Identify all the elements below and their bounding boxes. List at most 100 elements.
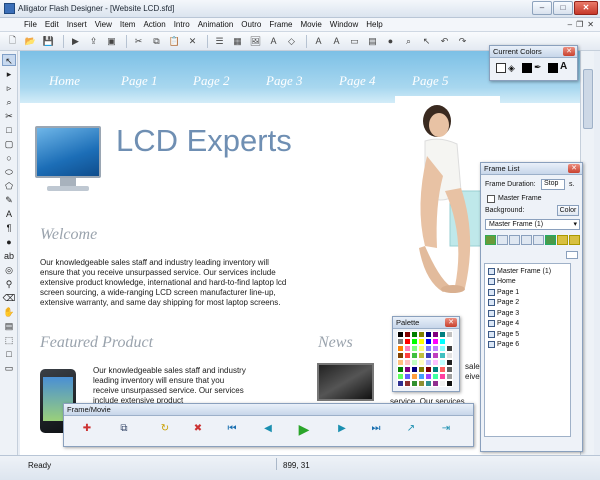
palette-swatch[interactable] xyxy=(404,366,411,373)
palette-swatch[interactable] xyxy=(418,338,425,345)
play-frame-icon[interactable] xyxy=(545,235,556,245)
palette-swatch[interactable] xyxy=(397,366,404,373)
text-tool-icon[interactable]: A xyxy=(2,208,16,220)
preview-icon[interactable]: ▶ xyxy=(68,34,83,49)
text-effect-tool-icon[interactable]: ab xyxy=(2,250,16,262)
palette-swatch[interactable] xyxy=(425,331,432,338)
text-color-swatch[interactable] xyxy=(548,63,558,73)
previous-frame-icon[interactable]: ◀ xyxy=(260,422,276,436)
palette-swatch[interactable] xyxy=(404,359,411,366)
menu-action[interactable]: Action xyxy=(139,20,169,29)
move-up-icon[interactable] xyxy=(557,235,568,245)
palette-swatch[interactable] xyxy=(397,338,404,345)
palette-swatch[interactable] xyxy=(418,345,425,352)
preview-movie-icon[interactable]: ⇥ xyxy=(438,422,454,436)
frame-item[interactable]: Home xyxy=(488,278,516,285)
frame-item[interactable]: Page 5 xyxy=(488,331,519,338)
select-tool-icon[interactable]: ↖ xyxy=(2,54,16,66)
nav-page-2[interactable]: Page 2 xyxy=(193,73,229,89)
palette-swatch[interactable] xyxy=(446,359,453,366)
master-frame-checkbox[interactable] xyxy=(487,195,495,203)
palette-swatch[interactable] xyxy=(404,345,411,352)
polygon-tool-icon[interactable]: ⬠ xyxy=(2,180,16,192)
sticker-tool-icon[interactable]: ● xyxy=(2,236,16,248)
palette-swatch[interactable] xyxy=(425,352,432,359)
zoom-tool-icon[interactable]: ⌕ xyxy=(2,96,16,108)
first-frame-icon[interactable]: ⏮ xyxy=(224,422,240,436)
redo-icon[interactable]: ↷ xyxy=(455,34,470,49)
palette-swatch[interactable] xyxy=(432,331,439,338)
undo-icon[interactable]: ↶ xyxy=(437,34,452,49)
cut-icon[interactable]: ✂ xyxy=(131,34,146,49)
background-color-button[interactable]: Color xyxy=(557,205,579,216)
palette-swatch[interactable] xyxy=(411,345,418,352)
doc-close-button[interactable]: ✕ xyxy=(587,20,594,29)
duplicate-frame-icon[interactable]: ⧉ xyxy=(116,422,132,436)
palette-swatch[interactable] xyxy=(446,380,453,387)
doc-restore-button[interactable]: ❐ xyxy=(576,20,583,29)
palette-swatch[interactable] xyxy=(411,359,418,366)
new-frame-icon[interactable] xyxy=(485,235,496,245)
palette-swatch[interactable] xyxy=(432,380,439,387)
menu-movie[interactable]: Movie xyxy=(296,20,325,29)
font-style-icon[interactable]: A xyxy=(329,34,344,49)
paragraph-tool-icon[interactable]: ¶ xyxy=(2,222,16,234)
new-icon[interactable]: 🗋 xyxy=(5,34,20,49)
palette-swatch[interactable] xyxy=(439,338,446,345)
button-tool-icon[interactable]: ⬚ xyxy=(2,334,16,346)
menu-view[interactable]: View xyxy=(91,20,116,29)
palette-swatch[interactable] xyxy=(418,359,425,366)
palette-swatch[interactable] xyxy=(432,373,439,380)
palette-swatch[interactable] xyxy=(404,373,411,380)
palette-swatch[interactable] xyxy=(446,352,453,359)
palette-swatch[interactable] xyxy=(404,380,411,387)
copy-frame-icon[interactable] xyxy=(509,235,520,245)
nav-page-5[interactable]: Page 5 xyxy=(412,73,448,89)
border-icon[interactable]: ▭ xyxy=(347,34,362,49)
palette-swatch[interactable] xyxy=(425,373,432,380)
palette-swatch[interactable] xyxy=(411,338,418,345)
nav-page-1[interactable]: Page 1 xyxy=(121,73,157,89)
image-icon[interactable]: 🖼 xyxy=(248,34,263,49)
frame-item[interactable]: Page 6 xyxy=(488,341,519,348)
palette-swatch[interactable] xyxy=(404,331,411,338)
paste-icon[interactable]: 📋 xyxy=(167,34,182,49)
fill-icon[interactable]: ▤ xyxy=(365,34,380,49)
spiral-tool-icon[interactable]: ◎ xyxy=(2,264,16,276)
save-icon[interactable]: 💾 xyxy=(41,34,56,49)
palette-swatch[interactable] xyxy=(439,366,446,373)
menu-animation[interactable]: Animation xyxy=(194,20,238,29)
zoom-icon[interactable]: ⌕ xyxy=(401,34,416,49)
palette-swatch[interactable] xyxy=(411,366,418,373)
palette-swatch[interactable] xyxy=(411,373,418,380)
scrollbar-thumb[interactable] xyxy=(583,69,593,129)
export-icon[interactable]: ⇪ xyxy=(86,34,101,49)
maximize-button[interactable]: □ xyxy=(553,1,573,15)
palette-swatch[interactable] xyxy=(411,331,418,338)
palette-swatch[interactable] xyxy=(397,380,404,387)
menu-intro[interactable]: Intro xyxy=(170,20,194,29)
copy-icon[interactable]: ⧉ xyxy=(149,34,164,49)
palette-swatch[interactable] xyxy=(439,331,446,338)
palette-close-button[interactable]: ✕ xyxy=(445,318,457,327)
nav-page-3[interactable]: Page 3 xyxy=(266,73,302,89)
palette-swatch[interactable] xyxy=(446,331,453,338)
eraser-tool-icon[interactable]: ⌫ xyxy=(2,292,16,304)
play-icon[interactable]: ▶ xyxy=(296,422,312,436)
frame-options-button[interactable] xyxy=(566,251,578,259)
palette-swatch[interactable] xyxy=(418,366,425,373)
ellipse-tool-icon[interactable]: ○ xyxy=(2,152,16,164)
palette-swatch[interactable] xyxy=(411,380,418,387)
preview-frame-icon[interactable]: ↗ xyxy=(403,422,419,436)
delete-icon[interactable]: ✕ xyxy=(185,34,200,49)
frame-list-close-button[interactable]: ✕ xyxy=(568,164,580,173)
menu-item[interactable]: Item xyxy=(116,20,140,29)
palette-swatch[interactable] xyxy=(432,352,439,359)
frame-item[interactable]: Master Frame (1) xyxy=(488,268,551,275)
frame-duration-select[interactable]: Stop xyxy=(541,179,565,190)
shape-icon[interactable]: ◇ xyxy=(284,34,299,49)
duplicate-frame-icon[interactable] xyxy=(497,235,508,245)
palette-swatch[interactable] xyxy=(425,380,432,387)
publish-icon[interactable]: ▣ xyxy=(104,34,119,49)
fill-color-swatch[interactable] xyxy=(496,63,506,73)
